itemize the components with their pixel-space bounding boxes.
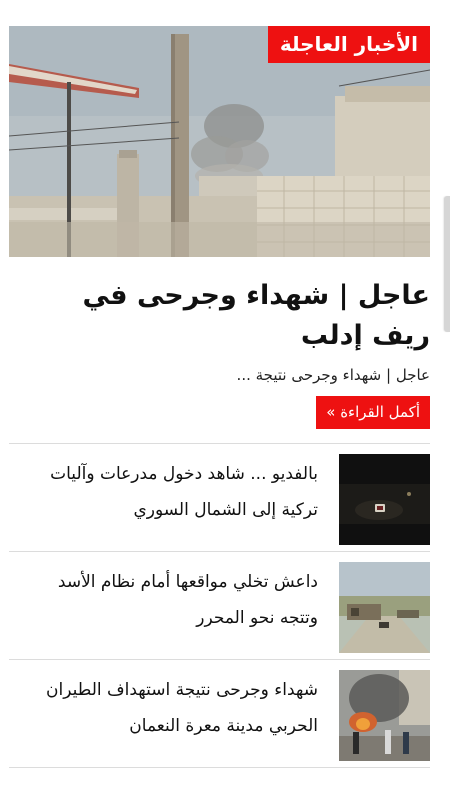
scroll-edge-handle[interactable] bbox=[444, 196, 450, 332]
news-thumbnail[interactable] bbox=[339, 454, 430, 545]
news-thumbnail[interactable] bbox=[339, 670, 430, 761]
featured-summary: عاجل | شهداء وجرحى نتيجة ... bbox=[236, 366, 430, 384]
news-thumbnail[interactable] bbox=[339, 562, 430, 653]
news-title[interactable]: داعش تخلي مواقعها أمام نظام الأسد وتتجه … bbox=[17, 564, 318, 636]
news-title[interactable]: بالفديو ... شاهد دخول مدرعات وآليات تركي… bbox=[17, 456, 318, 528]
airstrike-aftermath-thumbnail bbox=[339, 670, 430, 761]
night-video-thumbnail bbox=[339, 454, 430, 545]
list-item[interactable]: شهداء وجرحى نتيجة استهداف الطيران الحربي… bbox=[9, 659, 430, 768]
news-list: بالفديو ... شاهد دخول مدرعات وآليات تركي… bbox=[9, 443, 430, 768]
featured-headline[interactable]: عاجل | شهداء وجرحى في ريف إدلب bbox=[20, 276, 430, 356]
list-item[interactable]: بالفديو ... شاهد دخول مدرعات وآليات تركي… bbox=[9, 443, 430, 551]
read-more-button[interactable]: أكمل القراءة » bbox=[316, 396, 430, 429]
hero-image-card[interactable]: الأخبار العاجلة bbox=[9, 26, 430, 257]
list-item[interactable]: داعش تخلي مواقعها أمام نظام الأسد وتتجه … bbox=[9, 551, 430, 659]
road-checkpoint-thumbnail bbox=[339, 562, 430, 653]
news-title[interactable]: شهداء وجرحى نتيجة استهداف الطيران الحربي… bbox=[17, 672, 318, 744]
news-screen: الأخبار العاجلة عاجل | شهداء وجرحى في ري… bbox=[0, 0, 450, 800]
breaking-news-badge[interactable]: الأخبار العاجلة bbox=[267, 26, 430, 63]
